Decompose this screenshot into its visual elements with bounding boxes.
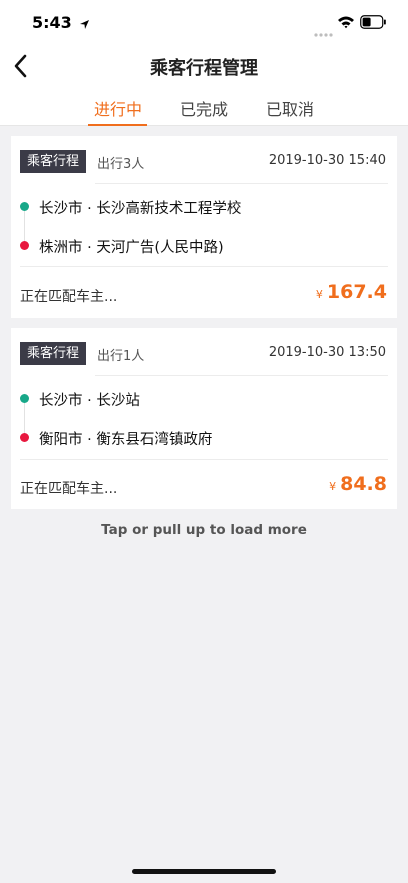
page-title: 乘客行程管理 bbox=[150, 58, 258, 79]
status-time: 5:43 bbox=[32, 13, 72, 32]
battery-icon bbox=[360, 14, 387, 33]
divider bbox=[20, 266, 388, 267]
screen: 5:43 乘客行程管理 进行中 已完成 已取消 乘客行程 出行3人 2019-1… bbox=[0, 0, 408, 883]
trip-type-badge: 乘客行程 bbox=[20, 150, 87, 173]
route-connector bbox=[24, 211, 25, 244]
wifi-icon bbox=[337, 14, 355, 33]
trip-card-header: 乘客行程 出行1人 2019-10-30 13:50 bbox=[11, 328, 397, 376]
trip-price: ¥167.4 bbox=[316, 281, 387, 303]
trip-card[interactable]: 乘客行程 出行3人 2019-10-30 15:40 长沙市 · 长沙高新技术工… bbox=[11, 136, 397, 318]
origin-location: 长沙市 · 长沙站 bbox=[39, 393, 140, 409]
passenger-count: 出行1人 bbox=[97, 349, 145, 364]
route-connector bbox=[24, 403, 25, 436]
trip-price: ¥84.8 bbox=[329, 473, 387, 495]
trip-card[interactable]: 乘客行程 出行1人 2019-10-30 13:50 长沙市 · 长沙站 衡阳市… bbox=[11, 328, 397, 509]
cellular-dots-icon bbox=[314, 22, 333, 41]
trip-status: 正在匹配车主... bbox=[20, 481, 118, 497]
destination-dot-icon bbox=[20, 241, 29, 250]
currency-symbol: ¥ bbox=[329, 480, 337, 493]
load-more-hint[interactable]: Tap or pull up to load more bbox=[0, 522, 408, 538]
divider bbox=[95, 375, 388, 376]
tab-completed[interactable]: 已完成 bbox=[164, 96, 244, 120]
price-amount: 167.4 bbox=[326, 281, 387, 303]
status-bar: 5:43 bbox=[0, 0, 408, 44]
currency-symbol: ¥ bbox=[315, 288, 323, 301]
destination-location: 衡阳市 · 衡东县石湾镇政府 bbox=[39, 432, 213, 448]
origin-dot-icon bbox=[20, 394, 29, 403]
trip-status: 正在匹配车主... bbox=[20, 289, 118, 305]
destination-location: 株洲市 · 天河广告(人民中路) bbox=[39, 240, 224, 256]
trip-card-header: 乘客行程 出行3人 2019-10-30 15:40 bbox=[11, 136, 397, 184]
navigation-bar: 乘客行程管理 bbox=[0, 44, 408, 88]
destination-dot-icon bbox=[20, 433, 29, 442]
origin-location: 长沙市 · 长沙高新技术工程学校 bbox=[39, 201, 242, 217]
origin-dot-icon bbox=[20, 202, 29, 211]
price-amount: 84.8 bbox=[340, 473, 387, 495]
home-indicator[interactable] bbox=[132, 869, 276, 874]
active-tab-indicator bbox=[88, 124, 147, 126]
tab-cancelled[interactable]: 已取消 bbox=[250, 96, 330, 120]
trip-type-badge: 乘客行程 bbox=[20, 342, 87, 365]
tab-in-progress[interactable]: 进行中 bbox=[78, 96, 158, 120]
divider bbox=[20, 459, 388, 460]
divider bbox=[95, 183, 388, 184]
trip-datetime: 2019-10-30 13:50 bbox=[268, 345, 386, 360]
location-arrow-icon bbox=[79, 15, 90, 34]
trip-datetime: 2019-10-30 15:40 bbox=[268, 153, 386, 168]
trip-status-tabs: 进行中 已完成 已取消 bbox=[0, 88, 408, 126]
passenger-count: 出行3人 bbox=[97, 157, 145, 172]
